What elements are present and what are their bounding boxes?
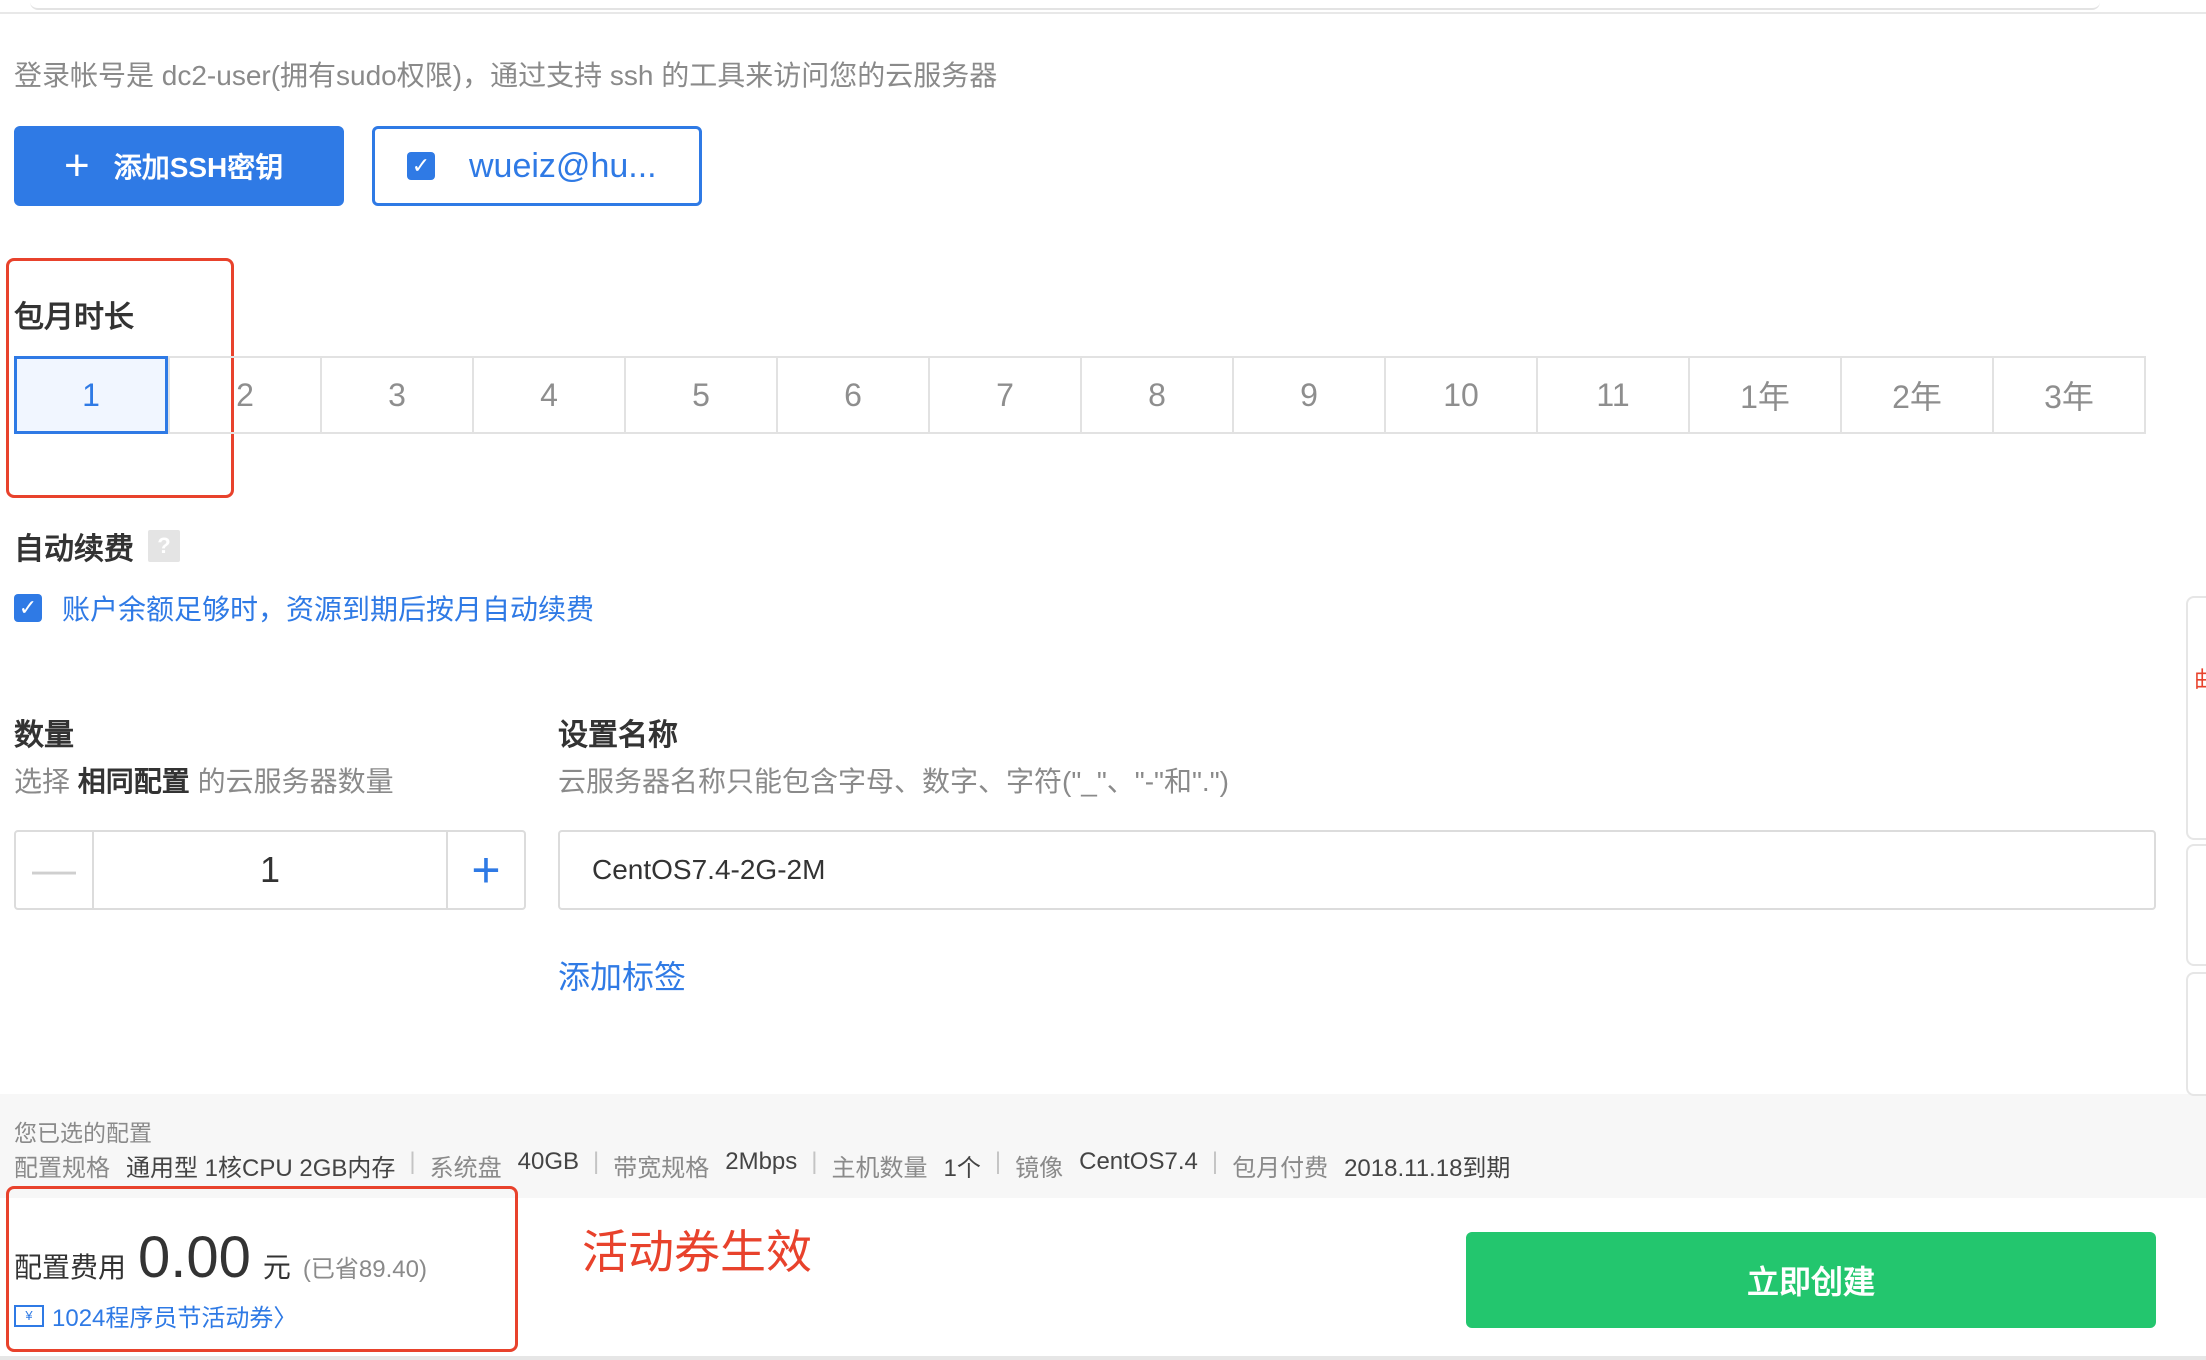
summary-title: 您已选的配置 xyxy=(14,1120,152,1146)
add-tag-link[interactable]: 添加标签 xyxy=(558,952,686,998)
login-description: 登录帐号是 dc2-user(拥有sudo权限)，通过支持 ssh 的工具来访问… xyxy=(14,60,998,91)
side-float-tab[interactable] xyxy=(2186,972,2206,1096)
auto-renew-title: 自动续费 xyxy=(14,533,134,566)
coupon-label[interactable]: 1024程序员节活动券 xyxy=(52,1298,273,1333)
ssh-key-label: wueiz@hu... xyxy=(469,146,657,185)
month-option-9[interactable]: 9 xyxy=(1232,358,1384,432)
spec-key: 带宽规格 xyxy=(613,1155,710,1182)
top-tab-strip xyxy=(0,0,2206,14)
add-ssh-key-button[interactable]: + 添加SSH密钥 xyxy=(14,126,344,206)
increment-button[interactable]: + xyxy=(446,832,524,908)
auto-renew-checkbox[interactable]: ✓ 账户余额足够时，资源到期后按月自动续费 xyxy=(14,588,594,628)
config-fee: 配置费用 0.00 元 (已省89.40) xyxy=(14,1224,427,1291)
add-ssh-key-label: 添加SSH密钥 xyxy=(113,152,284,183)
create-now-button[interactable]: 立即创建 xyxy=(1466,1232,2156,1328)
auto-renew-label: 自动续费 ? xyxy=(14,524,180,568)
spec-key: 包月付费 xyxy=(1232,1155,1329,1182)
spec-divider: | xyxy=(1211,1148,1219,1175)
month-option-7[interactable]: 7 xyxy=(928,358,1080,432)
month-option-1-year[interactable]: 1年 xyxy=(1688,358,1840,432)
server-name-input[interactable] xyxy=(558,830,2156,910)
quantity-desc-bold: 相同配置 xyxy=(77,766,190,797)
server-name-description: 云服务器名称只能包含字母、数字、字符("_"、"-"和".") xyxy=(558,766,1229,797)
quantity-stepper: — 1 + xyxy=(14,830,526,910)
spec-value: 1个 xyxy=(943,1155,981,1182)
spec-divider: | xyxy=(593,1148,600,1175)
month-option-3-year[interactable]: 3年 xyxy=(1992,358,2144,432)
annotation-text: 活动券生效 xyxy=(582,1226,812,1278)
spec-value: 2Mbps xyxy=(725,1148,798,1175)
summary-specs: 配置规格 通用型 1核CPU 2GB内存 | 系统盘 40GB | 带宽规格 2… xyxy=(14,1148,1510,1183)
spec-key: 主机数量 xyxy=(831,1155,928,1182)
spec-divider: | xyxy=(811,1148,818,1175)
chevron-right-icon: 〉 xyxy=(273,1305,298,1332)
month-option-10[interactable]: 10 xyxy=(1384,358,1536,432)
quantity-desc-suffix: 的云服务器数量 xyxy=(197,766,394,797)
side-tab-glyph: 曲 xyxy=(2194,667,2206,692)
plus-icon: + xyxy=(64,141,90,190)
side-float-tab[interactable] xyxy=(2186,596,2206,840)
quantity-label: 数量 xyxy=(14,719,74,752)
month-option-2[interactable]: 2 xyxy=(168,358,320,432)
spec-key: 镜像 xyxy=(1015,1155,1064,1182)
spec-divider: | xyxy=(409,1148,416,1175)
top-tab-bar xyxy=(30,0,2100,10)
fee-saved: (已省89.40) xyxy=(302,1256,427,1283)
month-option-11[interactable]: 11 xyxy=(1536,358,1688,432)
coupon-icon: ¥ xyxy=(14,1304,44,1327)
spec-value: 通用型 1核CPU 2GB内存 xyxy=(126,1155,396,1182)
spec-key: 配置规格 xyxy=(14,1155,110,1182)
quantity-description: 选择 相同配置 的云服务器数量 xyxy=(14,760,394,800)
bottom-divider xyxy=(0,1356,2206,1360)
month-option-8[interactable]: 8 xyxy=(1080,358,1232,432)
checkbox-checked-icon[interactable]: ✓ xyxy=(14,594,42,622)
decrement-button[interactable]: — xyxy=(16,832,94,908)
auto-renew-checkbox-label[interactable]: 账户余额足够时，资源到期后按月自动续费 xyxy=(62,588,594,628)
month-option-1[interactable]: 1 xyxy=(14,356,168,434)
help-icon[interactable]: ? xyxy=(148,530,180,562)
month-duration-label: 包月时长 xyxy=(14,301,134,334)
coupon-link[interactable]: ¥ 1024程序员节活动券 〉 xyxy=(14,1298,297,1333)
spec-value: CentOS7.4 xyxy=(1079,1148,1198,1175)
spec-key: 系统盘 xyxy=(429,1155,502,1182)
server-name-label: 设置名称 xyxy=(558,719,678,752)
ssh-key-option[interactable]: ✓ wueiz@hu... xyxy=(372,126,702,206)
spec-divider: | xyxy=(994,1148,1002,1175)
month-option-2-year[interactable]: 2年 xyxy=(1840,358,1992,432)
month-duration-selector: 1 2 3 4 5 6 7 8 9 10 11 1年 2年 3年 xyxy=(14,356,2146,434)
side-float-tab[interactable] xyxy=(2186,844,2206,966)
quantity-value[interactable]: 1 xyxy=(94,832,446,908)
fee-unit: 元 xyxy=(262,1252,291,1283)
fee-amount: 0.00 xyxy=(138,1225,251,1290)
checkbox-checked-icon[interactable]: ✓ xyxy=(407,152,435,180)
quantity-desc-prefix: 选择 xyxy=(14,766,71,797)
fee-label: 配置费用 xyxy=(14,1252,127,1283)
config-summary: 您已选的配置 配置规格 通用型 1核CPU 2GB内存 | 系统盘 40GB |… xyxy=(0,1094,2206,1198)
month-option-3[interactable]: 3 xyxy=(320,358,472,432)
spec-value: 2018.11.18到期 xyxy=(1344,1155,1511,1182)
spec-value: 40GB xyxy=(517,1148,579,1175)
month-option-6[interactable]: 6 xyxy=(776,358,928,432)
month-option-5[interactable]: 5 xyxy=(624,358,776,432)
month-option-4[interactable]: 4 xyxy=(472,358,624,432)
